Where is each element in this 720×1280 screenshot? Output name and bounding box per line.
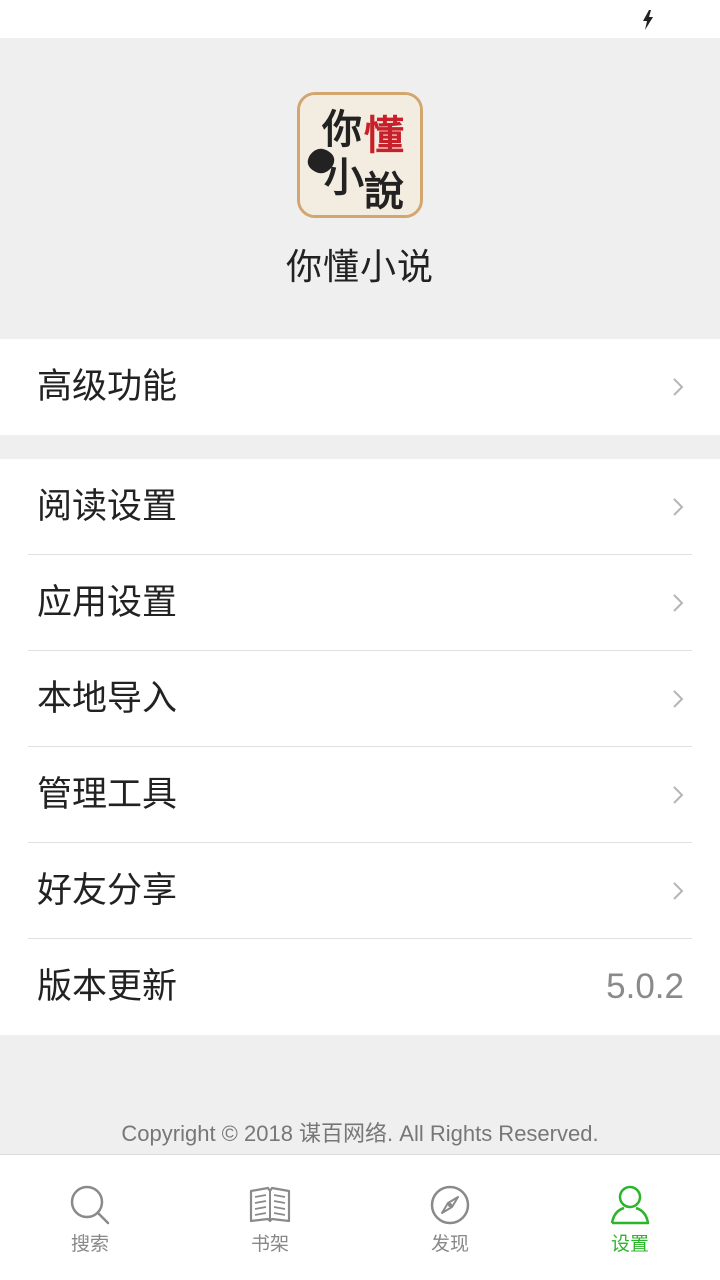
svg-text:說: 說 [364,168,404,215]
tab-discover[interactable]: 发现 [360,1155,540,1280]
status-bar [0,0,720,38]
tab-settings[interactable]: 设置 [540,1155,720,1280]
menu-item-label: 版本更新 [37,967,178,1007]
bottom-tab-bar: 搜索 书架 发现 设置 [0,1154,720,1280]
menu-item-share-friends[interactable]: 好友分享 [0,843,720,939]
svg-text:小: 小 [324,154,364,201]
tab-search[interactable]: 搜索 [0,1155,180,1280]
tab-label: 书架 [250,1233,289,1255]
menu-item-label: 应用设置 [37,583,178,623]
menu-item-app-settings[interactable]: 应用设置 [0,555,720,651]
search-icon [70,1185,110,1225]
menu-item-reading-settings[interactable]: 阅读设置 [0,459,720,555]
chevron-right-icon [673,594,684,612]
version-number: 5.0.2 [606,967,684,1006]
svg-text:你: 你 [321,106,362,153]
menu-item-label: 高级功能 [37,367,178,407]
menu-group-advanced: 高级功能 [0,339,720,435]
user-icon [610,1185,650,1225]
tab-label: 设置 [610,1233,649,1255]
menu-item-label: 本地导入 [37,679,178,719]
menu-item-advanced-features[interactable]: 高级功能 [0,339,720,435]
chevron-right-icon [673,378,684,396]
tab-label: 搜索 [70,1233,109,1255]
copyright-text: Copyright © 2018 谋百网络. All Rights Reserv… [121,1121,599,1146]
battery-charging-icon [643,10,653,30]
app-logo: 你 懂 小 說 [297,92,423,218]
menu-item-management-tools[interactable]: 管理工具 [0,747,720,843]
menu-item-label: 阅读设置 [37,487,178,527]
menu-item-label: 管理工具 [37,775,178,815]
profile-header: 你 懂 小 說 你懂小说 [0,38,720,338]
svg-text:懂: 懂 [364,112,404,159]
chevron-right-icon [673,498,684,516]
app-name: 你懂小说 [285,247,434,288]
chevron-right-icon [673,786,684,804]
menu-group-settings: 阅读设置 应用设置 本地导入 管理工具 好友分享 版本更新 5.0.2 [0,459,720,1035]
menu-item-local-import[interactable]: 本地导入 [0,651,720,747]
menu-item-label: 好友分享 [37,871,178,911]
app-logo-image: 你 懂 小 說 [300,95,420,215]
compass-icon [430,1185,470,1225]
chevron-right-icon [673,882,684,900]
chevron-right-icon [673,690,684,708]
tab-bookshelf[interactable]: 书架 [180,1155,360,1280]
book-icon [249,1186,291,1223]
menu-item-version-update[interactable]: 版本更新 5.0.2 [0,939,720,1035]
tab-label: 发现 [430,1233,469,1255]
